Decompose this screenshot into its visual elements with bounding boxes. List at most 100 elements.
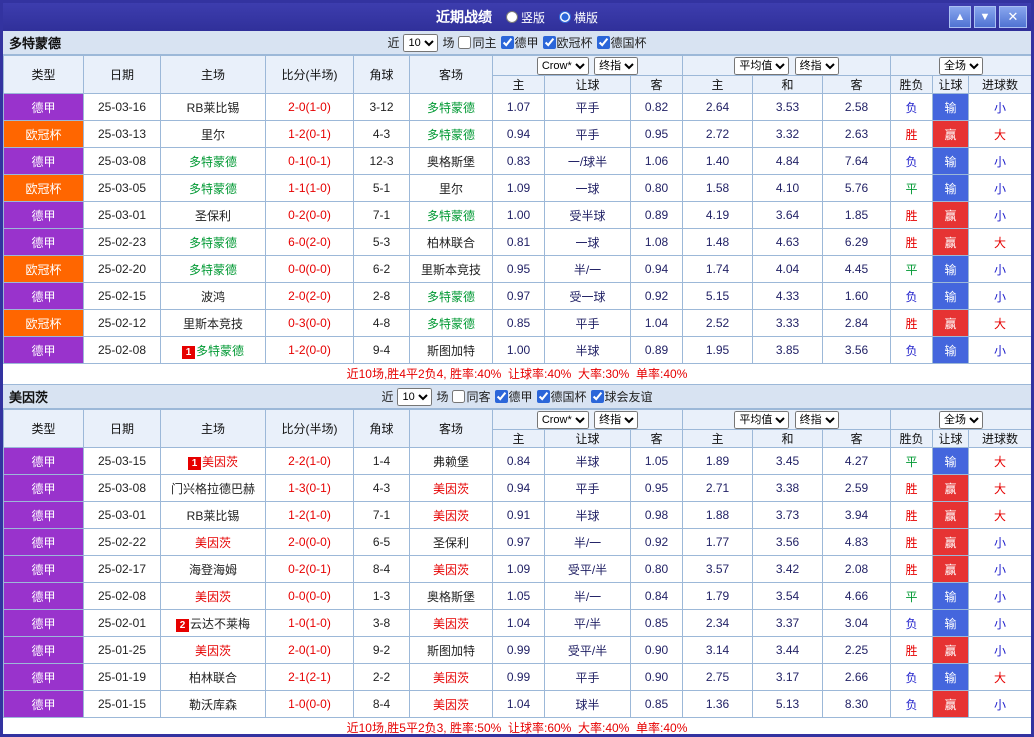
score-cell[interactable]: 1-2(0-1) xyxy=(265,120,354,148)
team-link[interactable]: 柏林联合 xyxy=(427,236,475,250)
score-cell[interactable]: 0-3(0-0) xyxy=(265,309,354,337)
team-link[interactable]: 云达不莱梅 xyxy=(190,617,250,631)
team-link[interactable]: 美因茨 xyxy=(202,455,238,469)
score-cell[interactable]: 1-3(0-1) xyxy=(265,474,354,502)
score-cell[interactable]: 1-0(0-0) xyxy=(265,690,354,718)
bookmaker-select[interactable]: Crow* xyxy=(536,56,589,75)
scope-select[interactable]: 全场 xyxy=(939,56,984,75)
score-cell[interactable]: 0-0(0-0) xyxy=(265,582,354,610)
team-link[interactable]: 美因茨 xyxy=(433,509,469,523)
layout-radio-vertical[interactable]: 竖版 xyxy=(505,9,545,26)
league-checkbox[interactable] xyxy=(596,36,610,49)
league-checkbox[interactable] xyxy=(542,36,556,49)
score-cell[interactable]: 0-2(0-1) xyxy=(265,555,354,583)
team-link[interactable]: 斯图加特 xyxy=(427,344,475,358)
score-cell[interactable]: 6-0(2-0) xyxy=(265,228,354,256)
team-link[interactable]: 多特蒙德 xyxy=(427,290,475,304)
team-link[interactable]: 美因茨 xyxy=(433,671,469,685)
team-link[interactable]: RB莱比锡 xyxy=(187,509,240,523)
team-link[interactable]: 多特蒙德 xyxy=(189,155,237,169)
team-link[interactable]: 海登海姆 xyxy=(189,563,237,577)
league-checkbox[interactable] xyxy=(590,390,604,403)
close-button[interactable]: ✕ xyxy=(999,6,1027,28)
team-link[interactable]: 多特蒙德 xyxy=(427,209,475,223)
layout-radio-horizontal[interactable]: 横版 xyxy=(559,9,598,26)
vertical-radio[interactable] xyxy=(505,11,518,23)
score-cell[interactable]: 0-0(0-0) xyxy=(265,255,354,283)
team-link[interactable]: 里斯本竞技 xyxy=(421,263,481,277)
team-link[interactable]: 柏林联合 xyxy=(189,671,237,685)
league-filter-2[interactable]: 德国杯 xyxy=(596,34,647,51)
league-cell: 欧冠杯 xyxy=(3,120,84,148)
avg-index-select[interactable]: 终指 xyxy=(794,56,839,75)
match-count-select[interactable]: 10 xyxy=(403,33,439,52)
team-link[interactable]: 美因茨 xyxy=(195,644,231,658)
team-link[interactable]: 斯图加特 xyxy=(427,644,475,658)
up-button[interactable]: ▲ xyxy=(949,6,971,28)
home-team-cell: 波鸿 xyxy=(160,282,266,310)
team-link[interactable]: 美因茨 xyxy=(195,536,231,550)
venue-checkbox[interactable] xyxy=(452,390,466,403)
team-link[interactable]: 美因茨 xyxy=(433,617,469,631)
team-link[interactable]: 门兴格拉德巴赫 xyxy=(171,482,255,496)
score-cell[interactable]: 2-0(1-0) xyxy=(265,636,354,664)
league-filter-2[interactable]: 球会友谊 xyxy=(590,388,653,405)
team-link[interactable]: 美因茨 xyxy=(433,563,469,577)
match-count-select[interactable]: 10 xyxy=(397,387,433,406)
venue-filter[interactable]: 同客 xyxy=(452,388,491,405)
team-link[interactable]: 圣保利 xyxy=(433,536,469,550)
team-link[interactable]: 多特蒙德 xyxy=(196,344,244,358)
team-link[interactable]: 美因茨 xyxy=(433,698,469,712)
team-link[interactable]: 里尔 xyxy=(201,128,225,142)
team-link[interactable]: 美因茨 xyxy=(433,482,469,496)
score-cell[interactable]: 1-1(1-0) xyxy=(265,174,354,202)
team-link[interactable]: 美因茨 xyxy=(195,590,231,604)
league-checkbox[interactable] xyxy=(536,390,550,403)
team-link[interactable]: 多特蒙德 xyxy=(189,263,237,277)
scope-select[interactable]: 全场 xyxy=(939,410,984,429)
league-filter-0[interactable]: 德甲 xyxy=(500,34,539,51)
score-cell[interactable]: 2-0(2-0) xyxy=(265,282,354,310)
league-checkbox[interactable] xyxy=(500,36,514,49)
team-link[interactable]: 奥格斯堡 xyxy=(427,590,475,604)
league-checkbox[interactable] xyxy=(494,390,508,403)
venue-checkbox[interactable] xyxy=(458,36,472,49)
odds-index-select[interactable]: 终指 xyxy=(594,410,639,429)
team-link[interactable]: 波鸿 xyxy=(201,290,225,304)
team-link[interactable]: 多特蒙德 xyxy=(427,128,475,142)
score-cell[interactable]: 0-2(0-0) xyxy=(265,201,354,229)
team-link[interactable]: 圣保利 xyxy=(195,209,231,223)
handicap-line-cell: 平手 xyxy=(544,663,631,691)
odds-index-select[interactable]: 终指 xyxy=(594,56,639,75)
team-link[interactable]: 多特蒙德 xyxy=(427,101,475,115)
team-link[interactable]: 勒沃库森 xyxy=(189,698,237,712)
team-link[interactable]: 弗赖堡 xyxy=(433,455,469,469)
team-link[interactable]: RB莱比锡 xyxy=(187,101,240,115)
score-cell[interactable]: 0-1(0-1) xyxy=(265,147,354,175)
league-filter-1[interactable]: 欧冠杯 xyxy=(542,34,593,51)
avg-index-select[interactable]: 终指 xyxy=(794,410,839,429)
horizontal-radio[interactable] xyxy=(559,11,571,23)
bookmaker-select[interactable]: Crow* xyxy=(536,410,589,429)
team-link[interactable]: 奥格斯堡 xyxy=(427,155,475,169)
league-filter-1[interactable]: 德国杯 xyxy=(536,388,587,405)
team-link[interactable]: 多特蒙德 xyxy=(189,182,237,196)
avg-select[interactable]: 平均值 xyxy=(734,56,790,75)
score-cell[interactable]: 2-1(2-1) xyxy=(265,663,354,691)
date-cell: 25-02-22 xyxy=(83,528,161,556)
avg-select[interactable]: 平均值 xyxy=(734,410,790,429)
score-cell[interactable]: 1-0(1-0) xyxy=(265,609,354,637)
league-filter-0[interactable]: 德甲 xyxy=(494,388,533,405)
down-button[interactable]: ▼ xyxy=(974,6,996,28)
team-link[interactable]: 多特蒙德 xyxy=(189,236,237,250)
venue-filter[interactable]: 同主 xyxy=(458,34,497,51)
score-cell[interactable]: 2-0(1-0) xyxy=(265,93,354,121)
score-cell[interactable]: 2-2(1-0) xyxy=(265,447,354,475)
avg-draw-cell: 3.32 xyxy=(752,120,823,148)
team-link[interactable]: 里尔 xyxy=(439,182,463,196)
score-cell[interactable]: 1-2(0-0) xyxy=(265,336,354,364)
team-link[interactable]: 多特蒙德 xyxy=(427,317,475,331)
team-link[interactable]: 里斯本竞技 xyxy=(183,317,243,331)
score-cell[interactable]: 2-0(0-0) xyxy=(265,528,354,556)
score-cell[interactable]: 1-2(1-0) xyxy=(265,501,354,529)
